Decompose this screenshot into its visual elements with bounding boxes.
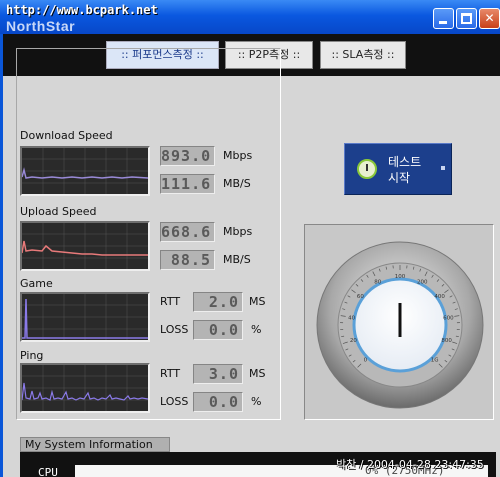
game-loss-readout: 0.0 <box>193 320 243 340</box>
dropdown-indicator-icon[interactable] <box>441 166 445 170</box>
game-loss-unit: % <box>251 323 262 336</box>
ping-rtt-label: RTT <box>160 367 181 380</box>
gauge-tick-label: 60 <box>357 294 364 300</box>
game-loss-label: LOSS <box>160 323 189 336</box>
ping-rtt-readout: 3.0 <box>193 364 243 384</box>
gauge-tick-label: 0 <box>364 358 368 364</box>
tab-sla[interactable]: :: SLA측정 :: <box>320 41 406 69</box>
download-title: Download Speed <box>20 129 113 142</box>
maximize-icon <box>461 13 472 24</box>
gauge-tick-label: 400 <box>434 294 445 300</box>
upload-title: Upload Speed <box>20 205 97 218</box>
system-info-tab[interactable]: My System Information <box>20 437 170 452</box>
start-test-label-line2: 시작 <box>388 171 411 185</box>
game-rtt-label: RTT <box>160 295 181 308</box>
minimize-icon <box>439 21 447 24</box>
gauge-tick-label: 200 <box>417 279 428 285</box>
ping-loss-label: LOSS <box>160 395 189 408</box>
stopwatch-icon <box>357 159 377 179</box>
upload-mbs-readout: 88.5 <box>160 250 215 270</box>
download-mbps-unit: Mbps <box>223 149 253 162</box>
timestamp-watermark: 박찬 / 2004-04-28 23:47:35 <box>336 458 484 471</box>
download-mbs-readout: 111.6 <box>160 174 215 194</box>
game-title: Game <box>20 277 53 290</box>
gauge-tick-label: 40 <box>348 315 355 321</box>
minimize-button[interactable] <box>433 8 454 29</box>
ping-loss-readout: 0.0 <box>193 392 243 412</box>
ping-title: Ping <box>20 349 44 362</box>
gauge-needle <box>398 303 402 337</box>
cpu-label: CPU <box>38 466 58 477</box>
download-mbps-readout: 893.0 <box>160 146 215 166</box>
game-rtt-readout: 2.0 <box>193 292 243 312</box>
ping-rtt-unit: MS <box>249 367 266 380</box>
speed-gauge: 0 20 40 60 80 100 200 400 600 800 1G <box>316 241 484 409</box>
download-graph <box>20 146 150 196</box>
gauge-tick-label: 1G <box>431 358 439 364</box>
title-bar[interactable]: http://www.bcpark.net NorthStar ✕ <box>0 0 500 34</box>
game-rtt-unit: MS <box>249 295 266 308</box>
gauge-tick-label: 20 <box>350 338 357 344</box>
maximize-button[interactable] <box>456 8 477 29</box>
start-test-button[interactable]: 테스트 시작 <box>344 143 452 195</box>
app-title: NorthStar <box>6 18 76 34</box>
upload-mbps-unit: Mbps <box>223 225 253 238</box>
close-icon: ✕ <box>484 11 495 25</box>
close-button[interactable]: ✕ <box>479 8 500 29</box>
gauge-tick-label: 100 <box>395 274 406 280</box>
upload-mbs-unit: MB/S <box>223 253 251 266</box>
gauge-tick-label: 600 <box>443 315 454 321</box>
download-mbs-unit: MB/S <box>223 177 251 190</box>
gauge-tick-label: 800 <box>441 338 452 344</box>
ping-loss-unit: % <box>251 395 262 408</box>
game-graph <box>20 292 150 342</box>
ping-graph <box>20 363 150 413</box>
gauge-panel: 0 20 40 60 80 100 200 400 600 800 1G <box>304 224 494 420</box>
start-test-label-line1: 테스트 <box>388 155 422 169</box>
monitor-panel: Download Speed 893.0 Mbps 111.6 MB/S Upl… <box>16 48 281 420</box>
upload-mbps-readout: 668.6 <box>160 222 215 242</box>
title-url-text: http://www.bcpark.net <box>6 3 158 17</box>
start-test-label: 테스트 시작 <box>388 154 421 186</box>
gauge-tick-label: 80 <box>374 279 381 285</box>
app-window: http://www.bcpark.net NorthStar ✕ :: 퍼포먼… <box>0 0 500 477</box>
upload-graph <box>20 221 150 271</box>
